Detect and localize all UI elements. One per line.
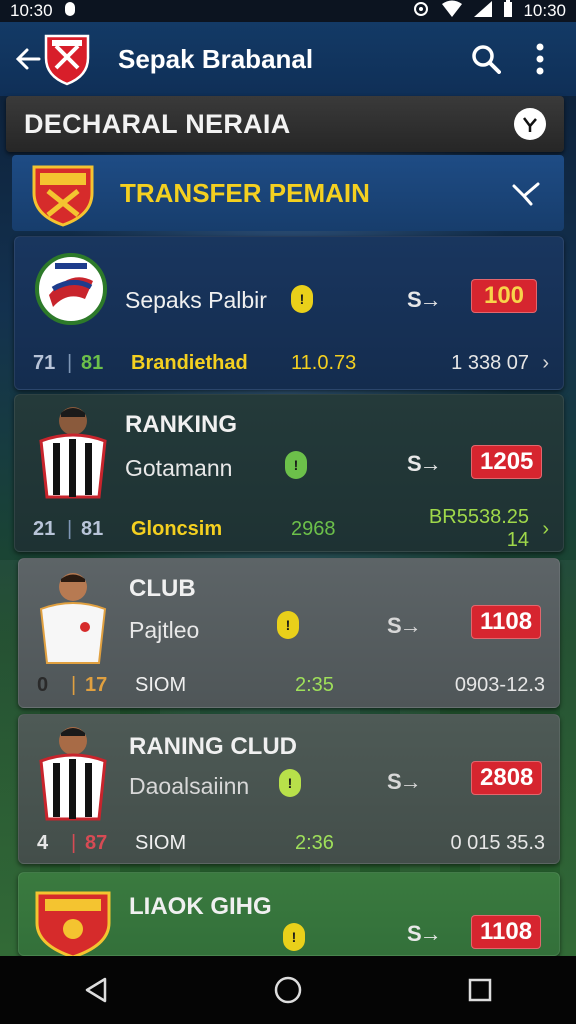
signal-icon <box>473 0 493 23</box>
triangle-back-icon <box>85 977 107 1003</box>
player-avatar <box>35 719 111 821</box>
nav-recents-button[interactable] <box>450 960 510 1020</box>
section-title: DECHARAL NERAIA <box>24 108 291 139</box>
player-name: Sepaks Palbir <box>125 287 267 313</box>
stat-value: 2968 <box>291 517 336 540</box>
rank-label: 4 <box>37 831 49 854</box>
status-bar: 10:30 10:30 <box>0 0 576 22</box>
player-card[interactable]: CLUB Pajtleo ! S→ 1108 0 | 17 SIOM 2:35 … <box>18 558 560 708</box>
chevron-right-icon[interactable]: › <box>529 352 549 375</box>
rank-label: 71 <box>33 351 56 374</box>
player-avatar <box>35 399 111 499</box>
card-footer: 71 | 81 Brandiethad 11.0.73 1 338 07 › <box>33 349 549 377</box>
circle-home-icon <box>274 976 302 1004</box>
separator: | <box>67 351 73 374</box>
info-button[interactable] <box>514 108 546 140</box>
stat-value: 11.0.73 <box>291 351 357 374</box>
player-avatar <box>35 565 111 664</box>
status-indicator-icon: ! <box>277 611 299 639</box>
app-title: Sepak Brabanal <box>118 43 314 74</box>
player-card[interactable]: RANKING Gotamann ! S→ 1205 21 | 81 Glonc… <box>14 394 564 552</box>
battery-icon <box>503 0 513 23</box>
rank-label: 0 <box>37 673 49 696</box>
section-header: DECHARAL NERAIA <box>6 96 564 152</box>
transfer-swap-icon: S→ <box>407 451 442 476</box>
transfer-swap-icon: S→ <box>387 613 422 638</box>
position-number: 81 <box>81 517 104 540</box>
square-recents-icon <box>468 978 492 1002</box>
player-club: Gotamann <box>125 455 233 481</box>
score-badge: 1108 <box>471 915 542 949</box>
score-badge: 2808 <box>471 761 543 795</box>
player-name: CLUB <box>129 575 196 602</box>
rank-label: 21 <box>33 517 56 540</box>
banner-title: TRANSFER PEMAIN <box>120 177 370 208</box>
fee-value: 1 338 07 <box>451 351 529 374</box>
player-name: RANKING <box>125 411 237 438</box>
wifi-icon <box>441 0 463 23</box>
card-footer: 0 | 17 SIOM 2:35 0903-12.3 <box>37 671 545 699</box>
app-bar: Sepak Brabanal <box>0 22 576 96</box>
transfer-swap-icon: S→ <box>387 769 422 794</box>
position-number: 81 <box>81 351 104 374</box>
player-card[interactable]: RANING CLUD Daoalsaiinn ! S→ 2808 4 | 87… <box>18 714 560 864</box>
separator: | <box>71 673 77 696</box>
player-card[interactable]: Sepaks Palbir ! S→ 100 71 | 81 Brandieth… <box>14 236 564 390</box>
score-badge: 1108 <box>471 605 542 639</box>
transfer-banner[interactable]: TRANSFER PEMAIN <box>12 155 564 231</box>
card-footer: 4 | 87 SIOM 2:36 0 015 35.3 <box>37 829 545 857</box>
fee-value: BR5538.25 14 <box>428 506 529 551</box>
card-footer: 21 | 81 Gloncsim 2968 BR5538.25 14 › <box>33 506 549 551</box>
position-number: 17 <box>85 673 108 696</box>
separator: | <box>71 831 77 854</box>
club-label: SIOM <box>135 673 187 696</box>
club-crest-icon <box>42 32 92 86</box>
fee-value: 0903-12.3 <box>454 673 545 696</box>
more-vert-icon <box>536 43 544 75</box>
player-card[interactable]: LIAOK GIHG ! S→ 1108 <box>18 872 560 959</box>
status-indicator-icon: ! <box>291 285 313 313</box>
whistle-icon <box>523 117 537 132</box>
status-indicator-icon: ! <box>283 923 305 951</box>
expand-icon <box>512 182 540 206</box>
position-number: 87 <box>85 831 108 854</box>
nav-back-button[interactable] <box>66 960 126 1020</box>
status-time: 10:30 <box>10 1 53 20</box>
status-indicator-icon: ! <box>279 769 301 797</box>
search-icon <box>472 45 501 74</box>
separator: | <box>67 517 73 540</box>
player-name: RANING CLUD <box>129 733 297 760</box>
sync-icon <box>411 0 431 23</box>
status-clock: 10:30 <box>523 1 566 20</box>
player-club: Daoalsaiinn <box>129 773 250 799</box>
banner-toggle-button[interactable] <box>506 173 546 213</box>
status-indicator-icon: ! <box>285 451 307 479</box>
score-badge: 1205 <box>471 445 543 479</box>
club-label: Brandiethad <box>131 351 248 374</box>
notification-icon <box>63 1 77 22</box>
stat-value: 2:35 <box>295 673 334 696</box>
back-button[interactable] <box>14 39 42 79</box>
more-options-button[interactable] <box>518 37 562 81</box>
club-label: SIOM <box>135 831 187 854</box>
back-arrow-icon <box>15 48 41 70</box>
system-nav-bar <box>0 956 576 1024</box>
score-badge: 100 <box>471 279 537 313</box>
fee-value: 0 015 35.3 <box>450 831 545 854</box>
nav-home-button[interactable] <box>258 960 318 1020</box>
search-button[interactable] <box>464 37 508 81</box>
player-club: Pajtleo <box>129 617 200 643</box>
banner-crest-icon <box>30 159 96 227</box>
transfer-swap-icon: S→ <box>407 921 442 946</box>
transfer-swap-icon: S→ <box>407 287 442 312</box>
club-label: Gloncsim <box>131 517 223 540</box>
club-badge-icon <box>33 249 109 339</box>
chevron-right-icon[interactable]: › <box>529 518 549 541</box>
stat-value: 2:36 <box>295 831 334 854</box>
player-name: LIAOK GIHG <box>129 893 272 920</box>
